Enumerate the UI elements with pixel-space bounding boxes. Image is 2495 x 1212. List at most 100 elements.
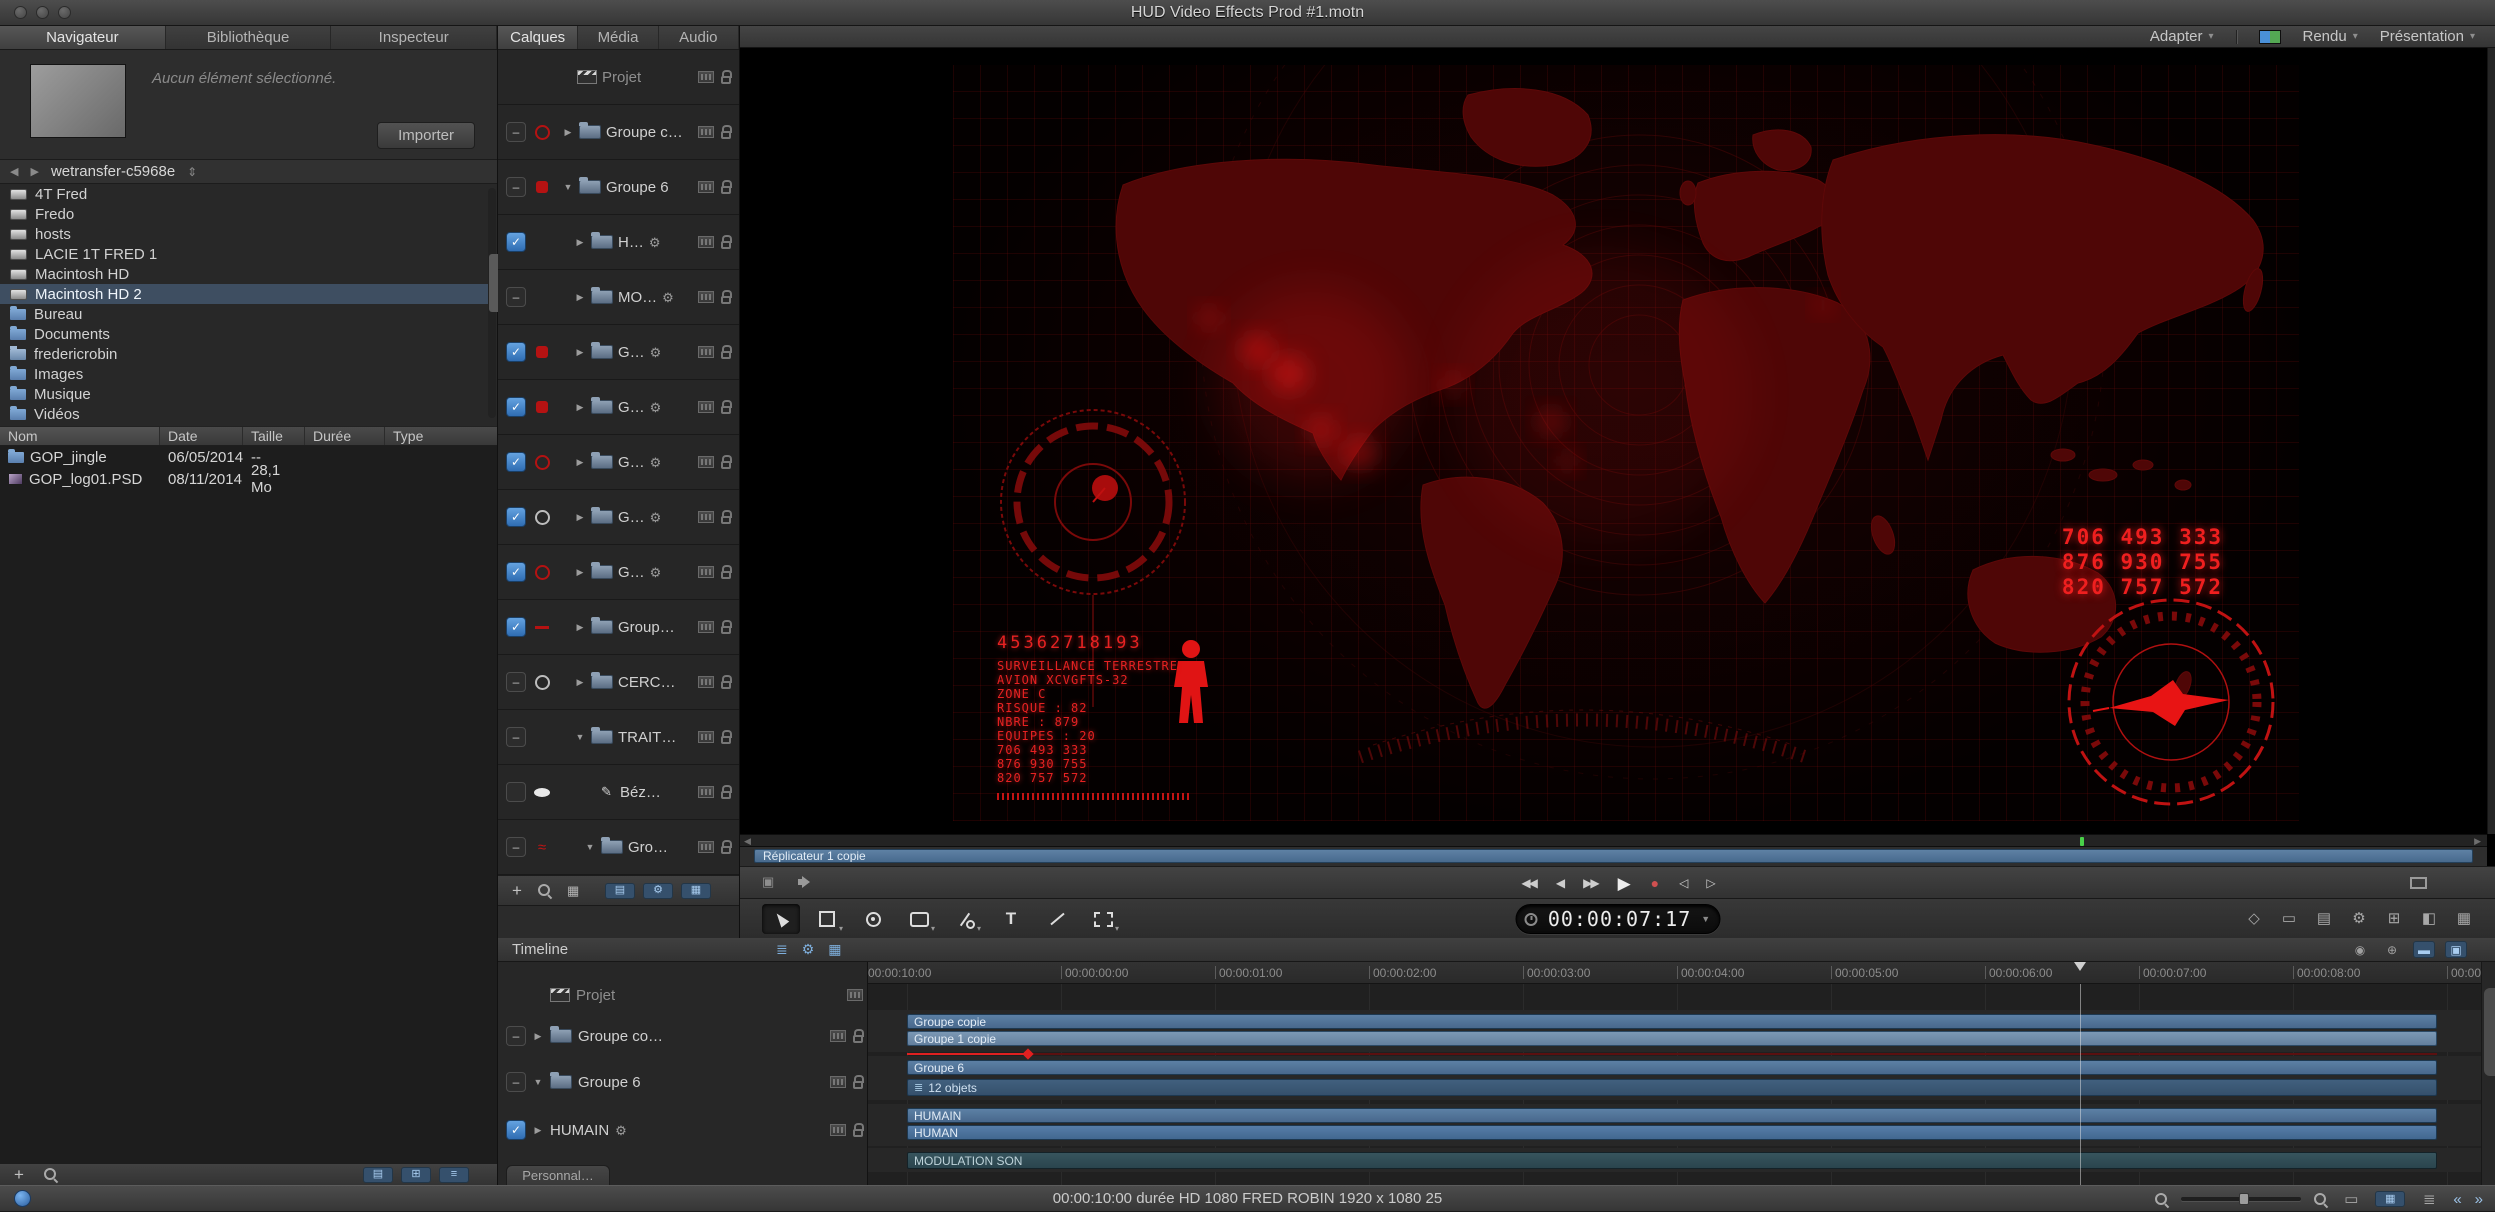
disclosure-triangle-icon[interactable]: [562, 183, 574, 192]
sidebar-item[interactable]: Musique: [0, 384, 497, 404]
media-icon[interactable]: [698, 401, 714, 413]
layer-row[interactable]: Groupe 6: [498, 160, 739, 215]
search-icon[interactable]: [44, 1168, 57, 1181]
media-icon[interactable]: [698, 236, 714, 248]
media-icon[interactable]: [830, 1124, 846, 1136]
track-bar-groupe-1-copie[interactable]: Groupe 1 copie: [907, 1031, 2437, 1046]
keyframe-line[interactable]: [907, 1053, 2437, 1055]
layer-row[interactable]: MO…: [498, 270, 739, 325]
location-bar[interactable]: ◀ ▶ wetransfer-c5968e ⇕: [0, 160, 497, 184]
sidebar-item[interactable]: hosts: [0, 224, 497, 244]
column-header[interactable]: Type: [385, 427, 497, 445]
track-bar-groupe-copie[interactable]: Groupe copie: [907, 1014, 2437, 1029]
layer-label[interactable]: G…: [618, 344, 645, 361]
media-icon[interactable]: [847, 989, 863, 1001]
sidebar-item[interactable]: Macintosh HD 2: [0, 284, 497, 304]
lock-icon[interactable]: [721, 186, 731, 194]
collapse-left-icon[interactable]: «: [2453, 1192, 2461, 1207]
zoom-fit-button[interactable]: ▬: [2413, 941, 2435, 958]
timeline-layer-row[interactable]: Groupe copie: [498, 1018, 867, 1054]
disclosure-triangle-icon[interactable]: [574, 733, 586, 742]
timeline-layer-row[interactable]: HUMAIN: [498, 1112, 867, 1148]
layer-label[interactable]: Projet: [602, 69, 641, 86]
layers-view-grid-button[interactable]: ▤: [605, 883, 635, 899]
layer-checkbox[interactable]: [506, 782, 526, 802]
sidebar-item[interactable]: LACIE 1T FRED 1: [0, 244, 497, 264]
playhead-marker[interactable]: [2080, 837, 2084, 846]
film-pane-icon[interactable]: ▦: [2453, 906, 2475, 930]
scrub-right-icon[interactable]: ▶: [2474, 836, 2481, 847]
layer-row[interactable]: G…: [498, 435, 739, 490]
lock-icon[interactable]: [721, 846, 731, 854]
timeline-film-button[interactable]: ▦: [828, 941, 841, 958]
sidebar-item[interactable]: Vidéos: [0, 404, 497, 424]
fullscreen-icon[interactable]: [2410, 877, 2427, 889]
layer-row[interactable]: G…: [498, 380, 739, 435]
keyframe-record-icon[interactable]: ▣: [762, 875, 774, 888]
layer-row[interactable]: G…: [498, 545, 739, 600]
layer-row[interactable]: Group…: [498, 600, 739, 655]
media-icon[interactable]: [698, 786, 714, 798]
color-channel-icon[interactable]: [2259, 30, 2281, 44]
canvas-scrub-strip[interactable]: ◀ ▶: [740, 834, 2487, 847]
layer-checkbox[interactable]: [506, 562, 526, 582]
view-grid-button[interactable]: ⊞: [401, 1167, 431, 1183]
view-columns-button[interactable]: ≡: [439, 1167, 469, 1183]
lock-icon[interactable]: [721, 681, 731, 689]
media-icon[interactable]: [698, 731, 714, 743]
playhead-line[interactable]: [2080, 984, 2081, 1185]
scrollbar-thumb[interactable]: [2484, 988, 2495, 1076]
layer-checkbox[interactable]: [506, 727, 526, 747]
layer-label[interactable]: Béz…: [620, 784, 661, 801]
sidebar-item[interactable]: Documents: [0, 324, 497, 344]
column-header[interactable]: Durée: [305, 427, 385, 445]
layer-checkbox[interactable]: [506, 837, 526, 857]
disclosure-triangle-icon[interactable]: [574, 513, 586, 522]
lock-icon[interactable]: [721, 791, 731, 799]
lock-icon[interactable]: [721, 131, 731, 139]
sidebar-item[interactable]: Bureau: [0, 304, 497, 324]
layer-checkbox[interactable]: [506, 617, 526, 637]
track-bar-groupe-6[interactable]: Groupe 6: [907, 1060, 2437, 1075]
layers-view-gear-button[interactable]: ⚙: [643, 883, 673, 899]
layer-row[interactable]: G…: [498, 325, 739, 380]
location-menu-icon[interactable]: ⇕: [187, 165, 197, 179]
layer-label[interactable]: G…: [618, 399, 645, 416]
layer-checkbox[interactable]: [506, 397, 526, 417]
move-view-icon[interactable]: ◇: [2243, 906, 2265, 930]
column-header[interactable]: Nom: [0, 427, 160, 445]
view-list-button[interactable]: ▤: [363, 1167, 393, 1183]
gear-icon[interactable]: ⚙: [2348, 906, 2370, 930]
layer-label[interactable]: G…: [618, 564, 645, 581]
layer-label[interactable]: Group…: [618, 619, 675, 636]
media-icon[interactable]: [698, 676, 714, 688]
disclosure-triangle-icon[interactable]: [574, 403, 586, 412]
shape-tool[interactable]: ▾: [900, 904, 938, 934]
layer-label[interactable]: G…: [618, 454, 645, 471]
column-header[interactable]: Date: [160, 427, 243, 445]
browser-tab[interactable]: Bibliothèque: [166, 26, 332, 49]
play-backward-button[interactable]: ◀: [1556, 877, 1563, 889]
film-view-button[interactable]: ▦: [2375, 1191, 2405, 1207]
monitor-view-icon[interactable]: ▭: [2340, 1187, 2362, 1211]
disclosure-triangle-icon[interactable]: [574, 458, 586, 467]
import-button[interactable]: Importer: [377, 122, 475, 149]
layers-tab[interactable]: Calques: [498, 26, 578, 49]
sidebar-item[interactable]: fredericrobin: [0, 344, 497, 364]
render-menu[interactable]: Rendu: [2303, 28, 2358, 45]
add-icon[interactable]: +: [14, 1166, 24, 1183]
layer-label[interactable]: Gro…: [628, 839, 668, 856]
media-icon[interactable]: [830, 1030, 846, 1042]
timeline-tracks[interactable]: Groupe copie Groupe 1 copie Groupe 6 ≣12…: [868, 984, 2481, 1185]
media-icon[interactable]: [698, 621, 714, 633]
sidebar-item[interactable]: Images: [0, 364, 497, 384]
lock-icon[interactable]: [721, 516, 731, 524]
forward-icon[interactable]: ▶: [30, 165, 38, 178]
grid-icon[interactable]: ⊞: [2383, 906, 2405, 930]
media-icon[interactable]: [698, 511, 714, 523]
timecode-display[interactable]: 00:00:07:17 ▼: [1515, 904, 1720, 934]
layer-label[interactable]: MO…: [618, 289, 657, 306]
disclosure-triangle-icon[interactable]: [574, 623, 586, 632]
track-bar-human[interactable]: HUMAN: [907, 1125, 2437, 1140]
lock-icon[interactable]: [853, 1035, 863, 1043]
